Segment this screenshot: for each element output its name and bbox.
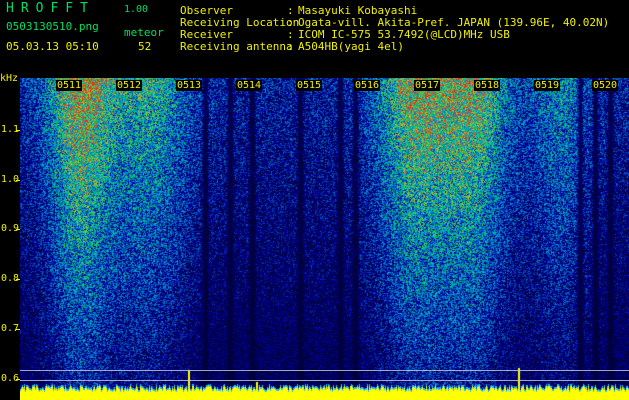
time-label: 0515 xyxy=(296,80,323,91)
app-title: HROFFT xyxy=(6,1,95,16)
frequency-axis: 1.1 1.0 0.9 0.8 0.7 0.6 xyxy=(0,78,20,400)
antenna-sep: : xyxy=(287,40,294,53)
spectrogram xyxy=(20,78,629,400)
version-label: 1.00 xyxy=(124,4,149,15)
antenna-label: Receiving antenna xyxy=(180,40,293,53)
antenna-value: A504HB(yagi 4el) xyxy=(298,40,404,53)
time-label: 0512 xyxy=(116,80,143,91)
time-label: 0511 xyxy=(56,80,83,91)
time-label: 0519 xyxy=(534,80,561,91)
axis-unit-label: kHz xyxy=(0,73,19,84)
time-label: 0516 xyxy=(354,80,381,91)
ytick-mark xyxy=(16,229,20,230)
time-label: 0514 xyxy=(236,80,263,91)
reference-line xyxy=(20,370,629,371)
spectrogram-canvas xyxy=(20,78,629,400)
time-label: 0517 xyxy=(414,80,441,91)
ytick-mark xyxy=(16,329,20,330)
datetime-label: 05.03.13 05:10 xyxy=(6,40,99,53)
meteor-label: meteor xyxy=(124,26,164,39)
time-label: 0513 xyxy=(176,80,203,91)
reference-line xyxy=(20,380,629,381)
time-label: 0518 xyxy=(474,80,501,91)
ytick-mark xyxy=(16,130,20,131)
meteor-count: 52 xyxy=(138,40,152,53)
ytick-mark xyxy=(16,180,20,181)
time-label: 0520 xyxy=(592,80,619,91)
filename-label: 0503130510.png xyxy=(6,20,99,33)
ytick-mark xyxy=(16,279,20,280)
